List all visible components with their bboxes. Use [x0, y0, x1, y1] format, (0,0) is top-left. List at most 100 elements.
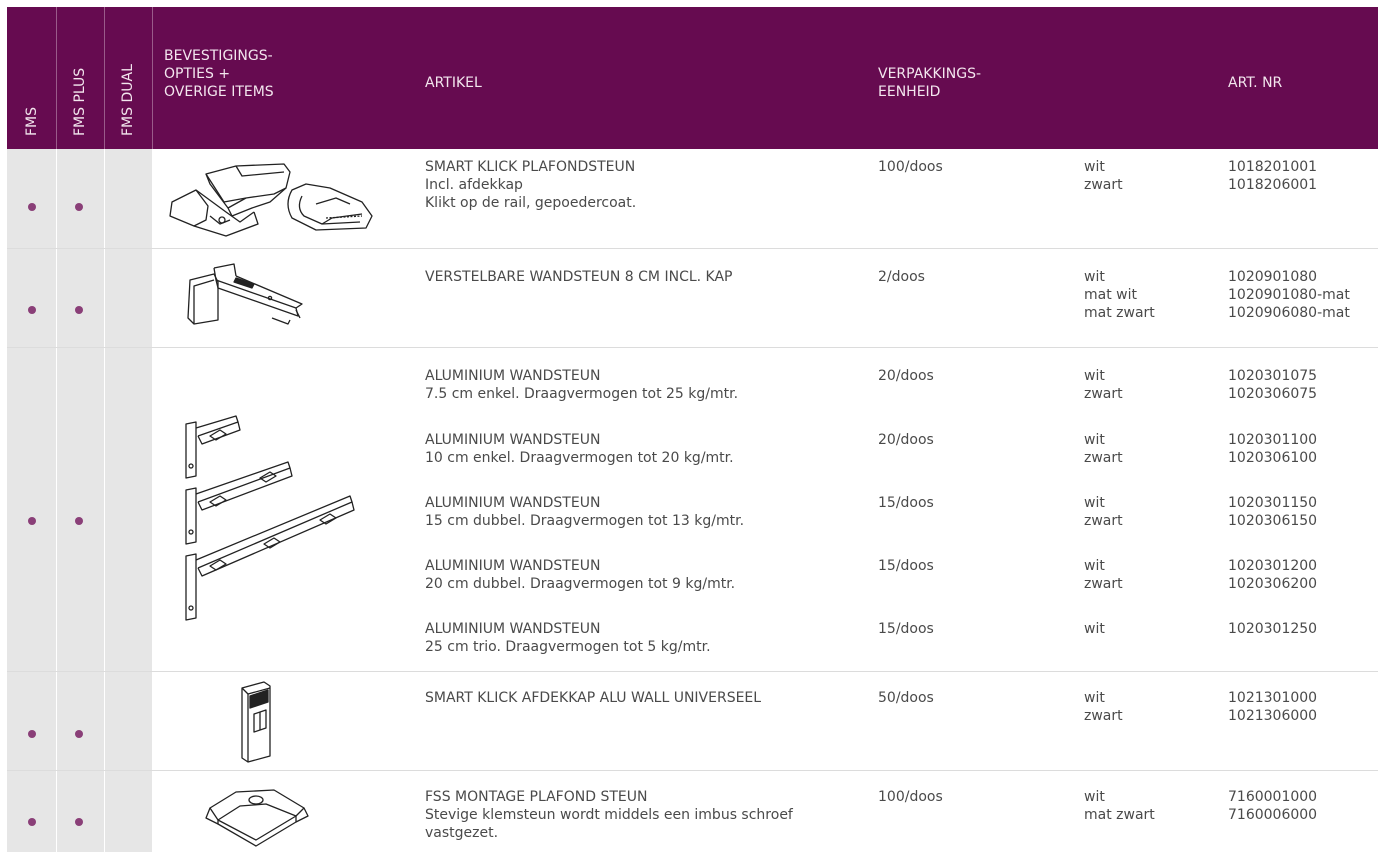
header-options-line1: BEVESTIGINGS-: [164, 48, 273, 64]
header-divider: [56, 7, 57, 149]
cell-divider: [104, 771, 105, 852]
fms-dot: [28, 517, 36, 525]
color-option: wit: [1084, 621, 1105, 637]
article-line: vastgezet.: [425, 825, 499, 841]
check-columns: [7, 771, 152, 852]
article-line: Klikt op de rail, gepoedercoat.: [425, 195, 637, 211]
article-line: VERSTELBARE WANDSTEUN 8 CM INCL. KAP: [425, 269, 733, 285]
color-option: wit: [1084, 159, 1105, 175]
fms-dot: [28, 730, 36, 738]
header-options-line3: OVERIGE ITEMS: [164, 84, 274, 100]
smart-klick-cover-cap-icon: [236, 678, 276, 764]
article-number: 1020306150: [1228, 513, 1318, 529]
article-line: 25 cm trio. Draagvermogen tot 5 kg/mtr.: [425, 639, 711, 655]
adjustable-wall-bracket-icon: [184, 258, 310, 332]
cell-divider: [104, 149, 105, 249]
color-option: zwart: [1084, 177, 1123, 193]
color-option: zwart: [1084, 513, 1123, 529]
cell-divider: [56, 771, 57, 852]
article-number: 1020301250: [1228, 621, 1318, 637]
cell-divider: [56, 348, 57, 672]
color-option: mat wit: [1084, 287, 1137, 303]
packaging-unit: 50/doos: [878, 690, 934, 706]
article-number: 1021306000: [1228, 708, 1318, 724]
header-divider: [152, 7, 153, 149]
color-option: mat zwart: [1084, 305, 1155, 321]
header-fms: FMS: [24, 106, 40, 136]
fss-ceiling-clamp-icon: [200, 776, 312, 848]
header-divider: [104, 7, 105, 149]
fms-dot: [28, 818, 36, 826]
cell-divider: [56, 149, 57, 249]
article-line: SMART KLICK AFDEKKAP ALU WALL UNIVERSEEL: [425, 690, 762, 706]
check-columns: [7, 149, 152, 249]
article-number: 1020901080-mat: [1228, 287, 1350, 303]
header-art-nr: ART. NR: [1228, 75, 1283, 91]
article-number: 1020301150: [1228, 495, 1318, 511]
color-option: zwart: [1084, 708, 1123, 724]
cell-divider: [104, 348, 105, 672]
article-number: 1020306075: [1228, 386, 1318, 402]
color-option: zwart: [1084, 450, 1123, 466]
check-columns: [7, 348, 152, 672]
article-number: 1021301000: [1228, 690, 1318, 706]
color-option: zwart: [1084, 386, 1123, 402]
packaging-unit: 15/doos: [878, 558, 934, 574]
color-option: wit: [1084, 690, 1105, 706]
fms-plus-dot: [75, 203, 83, 211]
header-article: ARTIKEL: [425, 75, 482, 91]
color-option: wit: [1084, 269, 1105, 285]
fms-plus-dot: [75, 730, 83, 738]
article-line: FSS MONTAGE PLAFOND STEUN: [425, 789, 648, 805]
article-number: 7160001000: [1228, 789, 1318, 805]
packaging-unit: 20/doos: [878, 368, 934, 384]
article-number: 1020306100: [1228, 450, 1318, 466]
article-number: 1020906080-mat: [1228, 305, 1350, 321]
article-line: ALUMINIUM WANDSTEUN: [425, 368, 601, 384]
fms-plus-dot: [75, 818, 83, 826]
header-packaging-line1: VERPAKKINGS-: [878, 66, 982, 82]
cell-divider: [56, 672, 57, 771]
article-line: 20 cm dubbel. Draagvermogen tot 9 kg/mtr…: [425, 576, 736, 592]
cell-divider: [104, 672, 105, 771]
article-line: SMART KLICK PLAFONDSTEUN: [425, 159, 636, 175]
cell-divider: [104, 249, 105, 348]
packaging-unit: 15/doos: [878, 495, 934, 511]
article-line: ALUMINIUM WANDSTEUN: [425, 558, 601, 574]
article-line: 7.5 cm enkel. Draagvermogen tot 25 kg/mt…: [425, 386, 739, 402]
article-number: 1020901080: [1228, 269, 1318, 285]
article-number: 1018206001: [1228, 177, 1318, 193]
color-option: wit: [1084, 432, 1105, 448]
article-number: 1020301100: [1228, 432, 1318, 448]
fms-plus-dot: [75, 517, 83, 525]
article-line: Incl. afdekkap: [425, 177, 523, 193]
article-line: 15 cm dubbel. Draagvermogen tot 13 kg/mt…: [425, 513, 745, 529]
color-option: mat zwart: [1084, 807, 1155, 823]
article-line: ALUMINIUM WANDSTEUN: [425, 621, 601, 637]
smart-klick-ceiling-bracket-icon: [166, 154, 378, 244]
header-packaging-line2: EENHEID: [878, 84, 941, 100]
cell-divider: [56, 249, 57, 348]
color-option: zwart: [1084, 576, 1123, 592]
packaging-unit: 20/doos: [878, 432, 934, 448]
packaging-unit: 100/doos: [878, 789, 943, 805]
check-columns: [7, 249, 152, 348]
color-option: wit: [1084, 368, 1105, 384]
packaging-unit: 100/doos: [878, 159, 943, 175]
article-number: 1020306200: [1228, 576, 1318, 592]
packaging-unit: 2/doos: [878, 269, 925, 285]
article-number: 1020301200: [1228, 558, 1318, 574]
table-row: [7, 672, 1378, 771]
color-option: wit: [1084, 558, 1105, 574]
article-number: 7160006000: [1228, 807, 1318, 823]
article-line: 10 cm enkel. Draagvermogen tot 20 kg/mtr…: [425, 450, 734, 466]
header-fms-plus: FMS PLUS: [72, 67, 88, 136]
article-number: 1018201001: [1228, 159, 1318, 175]
header-fms-dual: FMS DUAL: [120, 64, 136, 136]
check-columns: [7, 672, 152, 771]
fms-dot: [28, 203, 36, 211]
article-number: 1020301075: [1228, 368, 1318, 384]
article-line: ALUMINIUM WANDSTEUN: [425, 495, 601, 511]
color-option: wit: [1084, 789, 1105, 805]
packaging-unit: 15/doos: [878, 621, 934, 637]
